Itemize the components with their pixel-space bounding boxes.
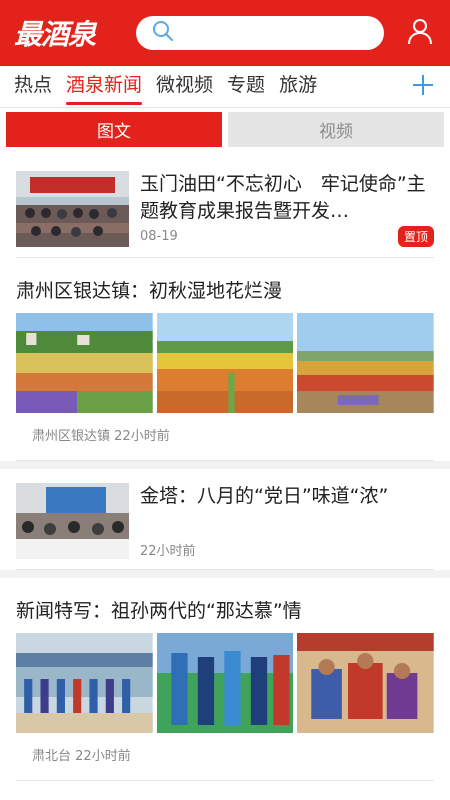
list-item[interactable]: 肃州区银达镇：初秋湿地花烂漫 肃州区银达镇 22小时前 <box>16 258 435 461</box>
tab-hot[interactable]: 热点 <box>14 70 52 107</box>
news-card[interactable]: 金塔：八月的“党日”味道“浓” 22小时前 <box>0 469 450 570</box>
news-meta: 肃州区银达镇 22小时前 <box>16 413 434 448</box>
news-meta: 22小时前 <box>140 540 434 559</box>
news-source: 肃北台 <box>32 749 72 764</box>
header-bar: 最酒泉 <box>0 0 450 66</box>
category-tabs: 热点 酒泉新闻 微视频 专题 旅游 <box>0 66 450 108</box>
news-card[interactable]: 新闻特写：祖孙两代的“那达慕”情 肃北台 22小时前 <box>0 578 450 800</box>
video-tab[interactable]: 视频 <box>228 112 444 147</box>
tab-topics[interactable]: 专题 <box>227 70 265 107</box>
news-source: 肃州区银达镇 <box>32 429 111 444</box>
news-meta: 肃北台 22小时前 <box>16 733 434 768</box>
content-type-switch: 图文 视频 <box>0 108 450 153</box>
list-item[interactable]: 新闻特写：祖孙两代的“那达慕”情 肃北台 22小时前 <box>16 578 435 781</box>
news-meta: 08-19 置顶 <box>140 226 434 247</box>
news-image <box>16 313 153 413</box>
news-time: 22小时前 <box>140 544 196 559</box>
tab-travel[interactable]: 旅游 <box>279 70 317 107</box>
list-item[interactable]: 金塔：八月的“党日”味道“浓” 22小时前 <box>16 469 434 570</box>
search-input[interactable] <box>174 16 384 50</box>
news-time: 22小时前 <box>75 749 131 764</box>
news-image-group <box>16 313 435 413</box>
news-content: 玉门油田“不忘初心 牢记使命”主题教育成果报告暨开发… 08-19 置顶 <box>129 171 434 247</box>
news-title[interactable]: 新闻特写：祖孙两代的“那达慕”情 <box>16 596 434 623</box>
news-thumbnail <box>16 171 129 247</box>
pinned-badge: 置顶 <box>397 226 434 247</box>
news-time: 22小时前 <box>114 429 170 444</box>
user-profile-button[interactable] <box>400 13 440 53</box>
plus-icon <box>411 73 435 101</box>
news-title[interactable]: 金塔：八月的“党日”味道“浓” <box>140 483 434 510</box>
news-card[interactable]: 玉门油田“不忘初心 牢记使命”主题教育成果报告暨开发… 08-19 置顶 肃州区… <box>0 157 450 461</box>
news-image <box>156 633 294 733</box>
news-image <box>297 313 435 413</box>
app-root: 最酒泉 热点 酒泉新闻 微视频 专题 旅游 图文 视频 玉门油田“不忘初心 牢记… <box>0 0 450 800</box>
list-item[interactable]: 玉门油田“不忘初心 牢记使命”主题教育成果报告暨开发… 08-19 置顶 <box>16 157 434 258</box>
image-text-tab[interactable]: 图文 <box>6 112 222 147</box>
tab-micro-video[interactable]: 微视频 <box>156 70 213 107</box>
next-item-peek <box>16 781 434 800</box>
user-icon <box>407 17 433 49</box>
app-logo[interactable]: 最酒泉 <box>14 13 108 53</box>
search-icon <box>152 20 174 46</box>
news-image <box>156 313 294 413</box>
tab-jiuquan-news[interactable]: 酒泉新闻 <box>66 70 143 107</box>
news-content: 金塔：八月的“党日”味道“浓” 22小时前 <box>129 483 434 559</box>
add-tab-button[interactable] <box>406 70 440 104</box>
news-title[interactable]: 肃州区银达镇：初秋湿地花烂漫 <box>16 276 434 303</box>
news-thumbnail <box>16 483 129 559</box>
news-image <box>297 633 435 733</box>
news-image-group <box>16 633 435 733</box>
news-feed: 玉门油田“不忘初心 牢记使命”主题教育成果报告暨开发… 08-19 置顶 肃州区… <box>0 157 450 800</box>
search-box[interactable] <box>136 16 384 50</box>
news-title[interactable]: 玉门油田“不忘初心 牢记使命”主题教育成果报告暨开发… <box>140 171 434 225</box>
news-image <box>16 633 153 733</box>
news-date: 08-19 <box>140 229 178 244</box>
